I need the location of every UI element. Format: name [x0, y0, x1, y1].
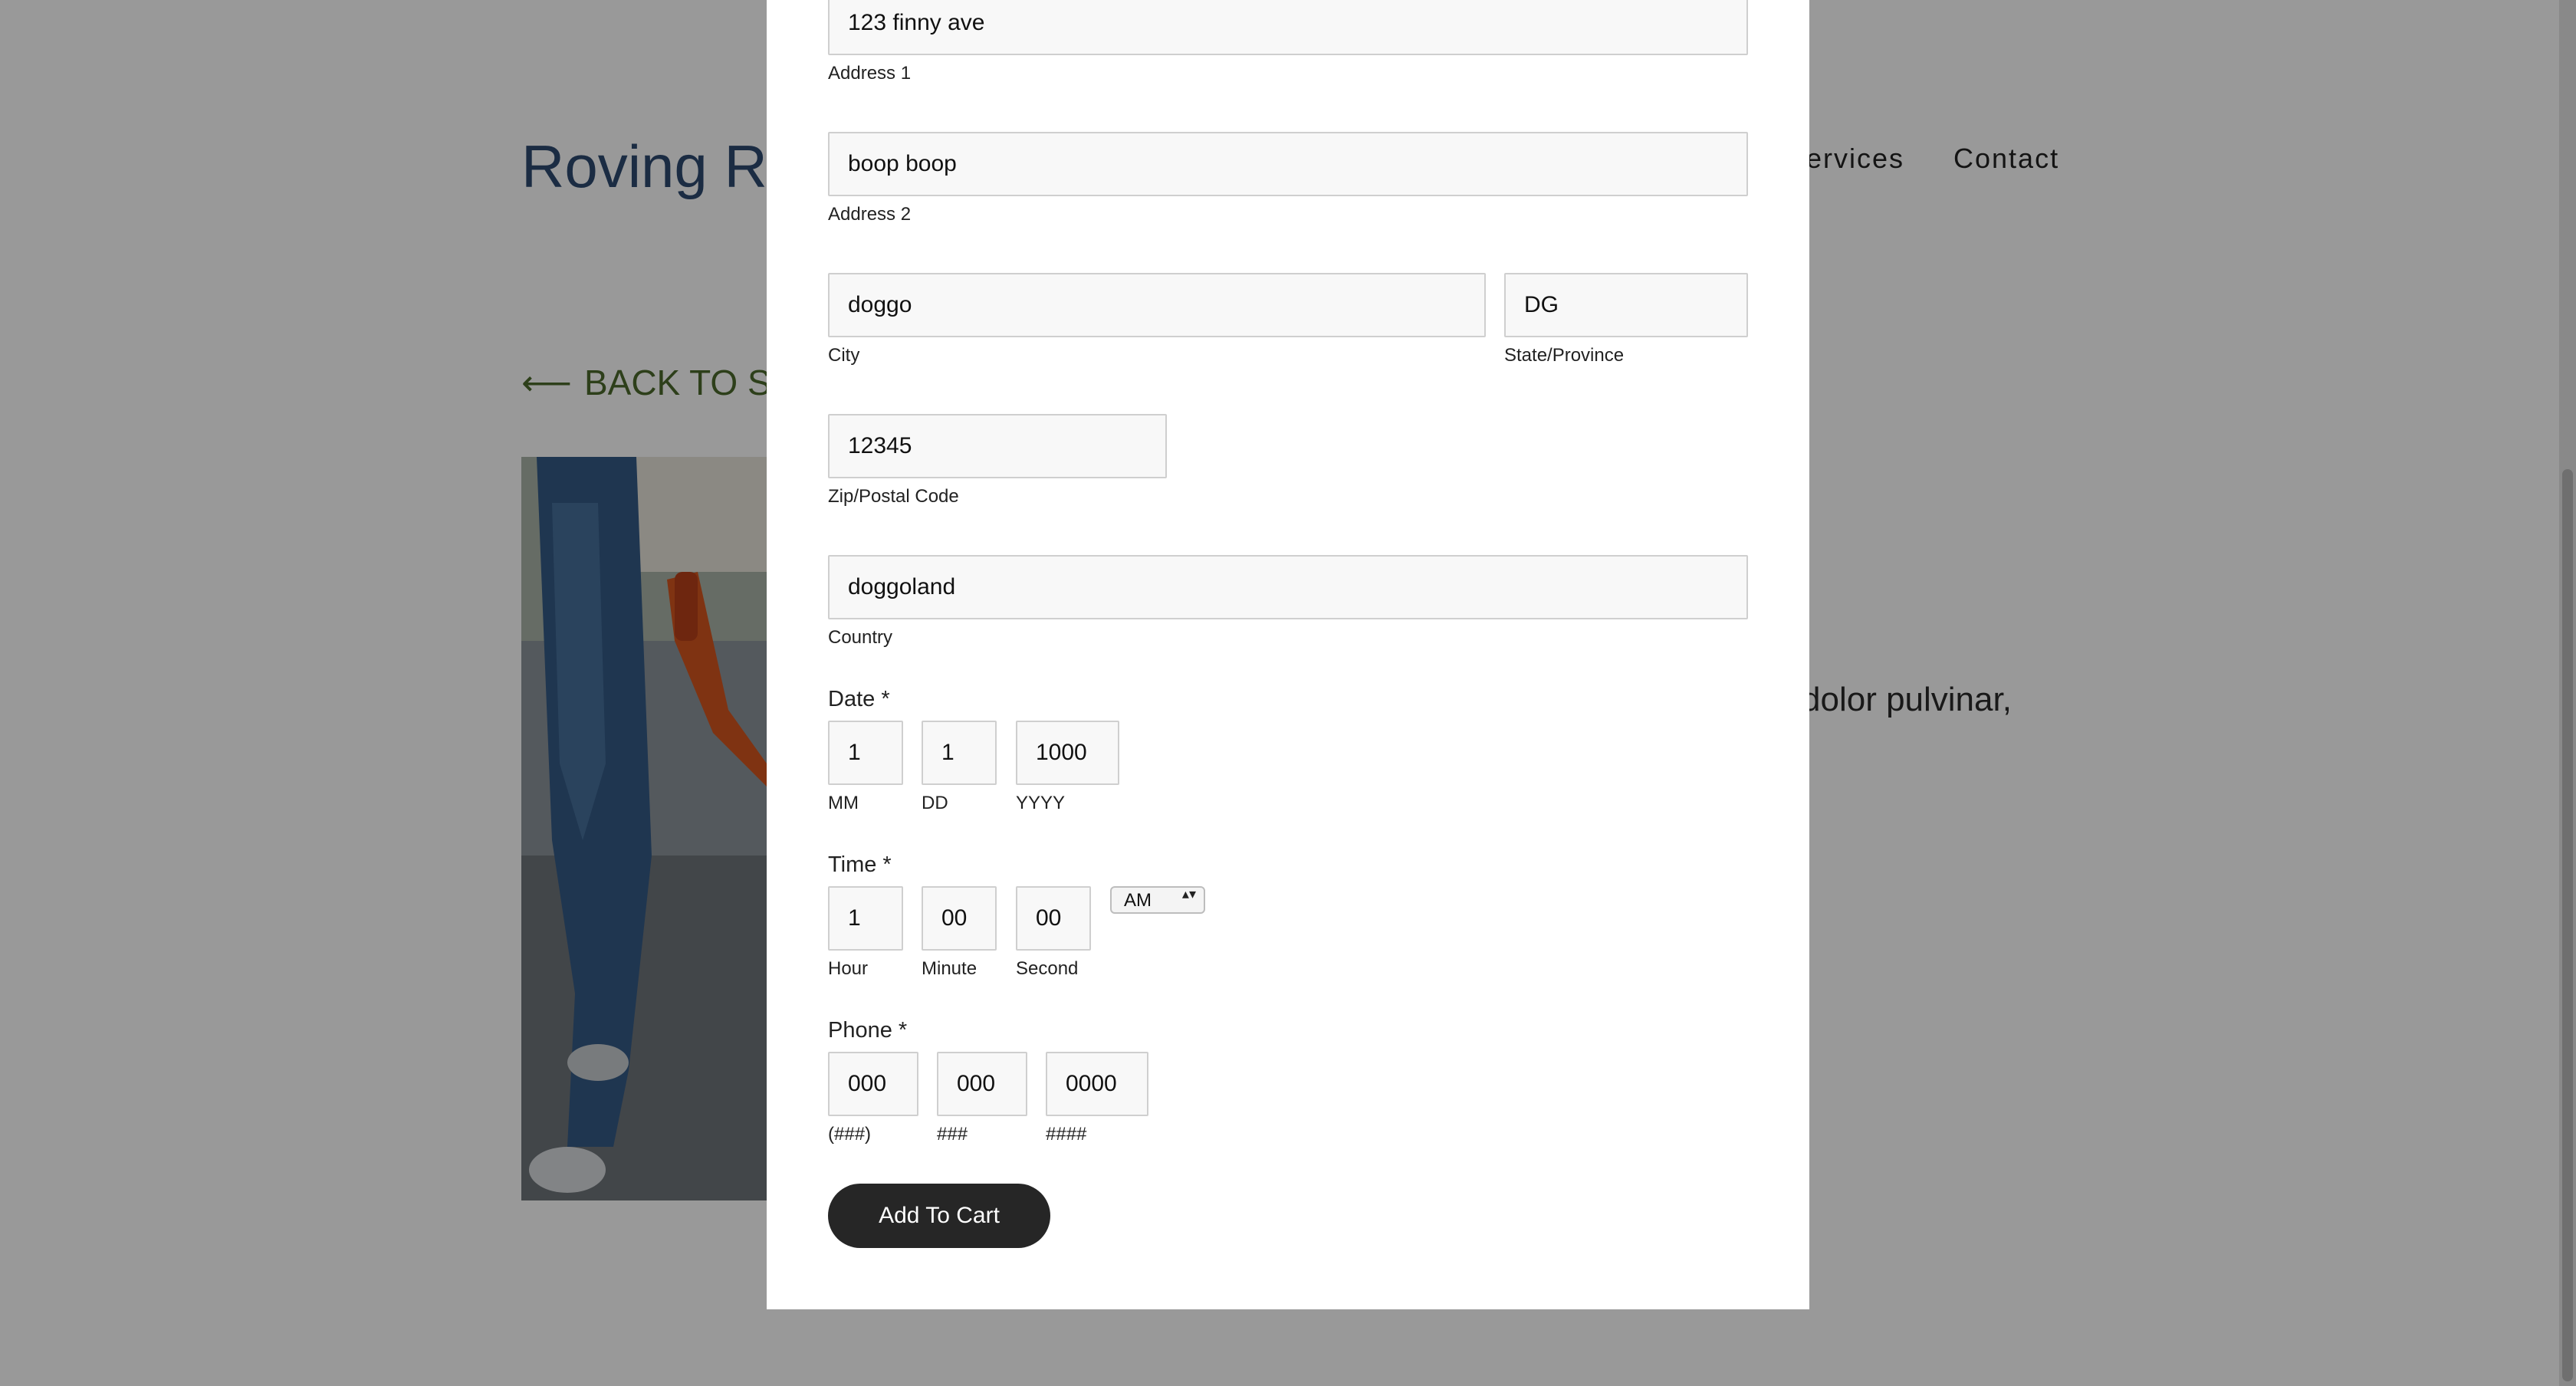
date-day-label: DD — [922, 793, 948, 813]
address2-input[interactable] — [828, 132, 1748, 196]
time-second-label: Second — [1016, 958, 1079, 979]
time-label: Time * — [828, 852, 892, 877]
ampm-value: AM — [1124, 890, 1152, 911]
address1-field: Address 1 — [828, 0, 1748, 84]
zip-label: Zip/Postal Code — [828, 486, 959, 507]
address1-input[interactable] — [828, 0, 1748, 55]
time-hour-field: Hour — [828, 886, 903, 980]
time-second-field: Second — [1016, 886, 1091, 980]
city-label: City — [828, 345, 860, 366]
state-input[interactable] — [1504, 273, 1748, 337]
phone-area-input[interactable] — [828, 1052, 918, 1116]
date-day-input[interactable] — [922, 721, 997, 785]
state-field: State/Province — [1504, 273, 1748, 366]
address2-label: Address 2 — [828, 204, 912, 225]
phone-line-label: #### — [1046, 1124, 1087, 1145]
select-arrows-icon: ▴▾ — [1181, 886, 1196, 902]
date-label: Date * — [828, 687, 890, 711]
time-minute-label: Minute — [922, 958, 978, 979]
phone-label: Phone * — [828, 1018, 908, 1043]
time-second-input[interactable] — [1016, 886, 1091, 951]
country-input[interactable] — [828, 555, 1748, 619]
time-minute-field: Minute — [922, 886, 997, 980]
address1-label: Address 1 — [828, 63, 912, 84]
city-input[interactable] — [828, 273, 1486, 337]
country-field: Country — [828, 555, 1748, 649]
date-month-label: MM — [828, 793, 859, 813]
add-to-cart-button[interactable]: Add To Cart — [828, 1184, 1050, 1248]
time-hour-input[interactable] — [828, 886, 903, 951]
date-day-field: DD — [922, 721, 997, 814]
zip-field: Zip/Postal Code — [828, 414, 1167, 507]
date-year-input[interactable] — [1016, 721, 1119, 785]
scrollbar-track[interactable] — [2559, 0, 2576, 1386]
state-label: State/Province — [1504, 345, 1625, 366]
ampm-select[interactable]: AM ▴▾ — [1110, 886, 1205, 914]
phone-area-field: (###) — [828, 1052, 918, 1145]
phone-prefix-field: ### — [937, 1052, 1027, 1145]
phone-line-input[interactable] — [1046, 1052, 1148, 1116]
date-month-input[interactable] — [828, 721, 903, 785]
time-hour-label: Hour — [828, 958, 869, 979]
date-year-label: YYYY — [1016, 793, 1066, 813]
time-minute-input[interactable] — [922, 886, 997, 951]
phone-line-field: #### — [1046, 1052, 1148, 1145]
date-month-field: MM — [828, 721, 903, 814]
address2-field: Address 2 — [828, 132, 1748, 225]
phone-prefix-input[interactable] — [937, 1052, 1027, 1116]
phone-prefix-label: ### — [937, 1124, 968, 1145]
scrollbar-thumb[interactable] — [2562, 469, 2573, 1381]
date-year-field: YYYY — [1016, 721, 1119, 814]
city-field: City — [828, 273, 1486, 366]
zip-input[interactable] — [828, 414, 1167, 478]
country-label: Country — [828, 627, 893, 648]
phone-area-label: (###) — [828, 1124, 872, 1145]
